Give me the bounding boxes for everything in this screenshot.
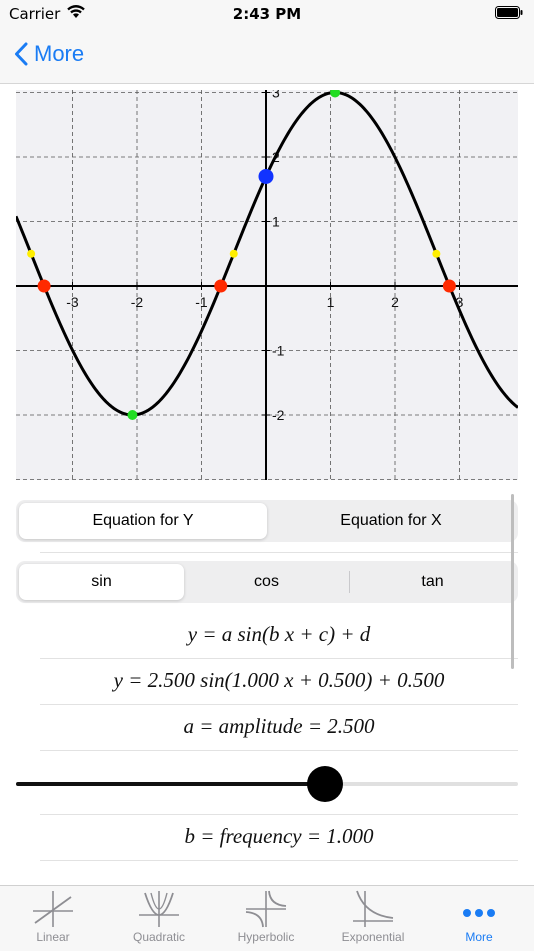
midline-point (229, 249, 238, 258)
divider (40, 658, 518, 659)
tab-label: More (465, 930, 493, 944)
y-tick-label: -2 (272, 407, 285, 423)
tab-bar: Linear Quadratic Hyperbolic Exponential (0, 885, 534, 951)
tab-label: Exponential (341, 930, 405, 944)
tab-linear[interactable]: Linear (0, 886, 106, 951)
segment-option-equation-y[interactable]: Equation for Y (19, 503, 267, 539)
root-point (37, 279, 51, 293)
root-point (214, 279, 228, 293)
tab-exponential[interactable]: Exponential (320, 886, 426, 951)
y-intercept-point (258, 168, 274, 184)
exponential-graph-icon (353, 890, 394, 927)
y-tick-label: -1 (272, 343, 285, 359)
amplitude-label: a = amplitude = 2.500 (183, 714, 375, 738)
tab-more[interactable]: More (426, 886, 532, 951)
amplitude-slider-track[interactable] (16, 782, 518, 786)
segment-option-cos[interactable]: cos (184, 564, 349, 600)
specific-formula: y = 2.500 sin(1.000 x + 0.500) + 0.500 (113, 668, 445, 692)
status-bar: Carrier 2:43 PM (0, 0, 534, 28)
x-tick-label: -1 (195, 294, 208, 310)
trig-function-segment: sin cos tan (16, 561, 518, 603)
y-tick-label: 1 (272, 214, 280, 230)
divider (40, 552, 518, 553)
amplitude-slider-thumb[interactable] (306, 766, 343, 802)
divider (40, 814, 518, 815)
chevron-left-icon (15, 42, 28, 66)
segment-option-tan[interactable]: tan (350, 564, 515, 600)
function-graph[interactable]: -3 -2 -1 1 2 3-2-1123 (16, 90, 518, 480)
battery-icon (495, 6, 523, 19)
x-tick-label: -3 (66, 294, 79, 310)
back-button[interactable]: More (14, 39, 84, 69)
segment-option-sin[interactable]: sin (19, 564, 184, 600)
y-tick-label: 3 (272, 90, 280, 101)
tab-label: Linear (36, 930, 70, 944)
x-tick-label: 1 (327, 294, 335, 310)
divider (40, 860, 518, 861)
quadratic-graph-icon (139, 891, 179, 927)
tab-label: Quadratic (132, 930, 186, 944)
linear-graph-icon (33, 891, 73, 927)
divider (40, 704, 518, 705)
navigation-bar: More (0, 28, 534, 84)
hyperbolic-graph-icon (245, 890, 287, 928)
midline-point (27, 249, 36, 258)
minimum-point (127, 410, 138, 420)
segment-option-equation-x[interactable]: Equation for X (267, 503, 515, 539)
midline-point (432, 249, 441, 258)
general-formula: y = a sin(b x + c) + d (187, 622, 371, 646)
divider (40, 750, 518, 751)
root-point (442, 279, 456, 293)
x-tick-label: -2 (131, 294, 144, 310)
equation-target-segment: Equation for Y Equation for X (16, 500, 518, 542)
amplitude-slider-fill (16, 782, 325, 786)
x-tick-label: 2 (391, 294, 399, 310)
scroll-indicator (511, 494, 514, 669)
back-button-label: More (34, 41, 85, 66)
tab-label: Hyperbolic (237, 930, 295, 944)
tab-quadratic[interactable]: Quadratic (106, 886, 212, 951)
frequency-label: b = frequency = 1.000 (184, 824, 374, 848)
tab-hyperbolic[interactable]: Hyperbolic (213, 886, 319, 951)
clock: 2:43 PM (232, 5, 302, 23)
more-dots-icon (463, 909, 495, 917)
